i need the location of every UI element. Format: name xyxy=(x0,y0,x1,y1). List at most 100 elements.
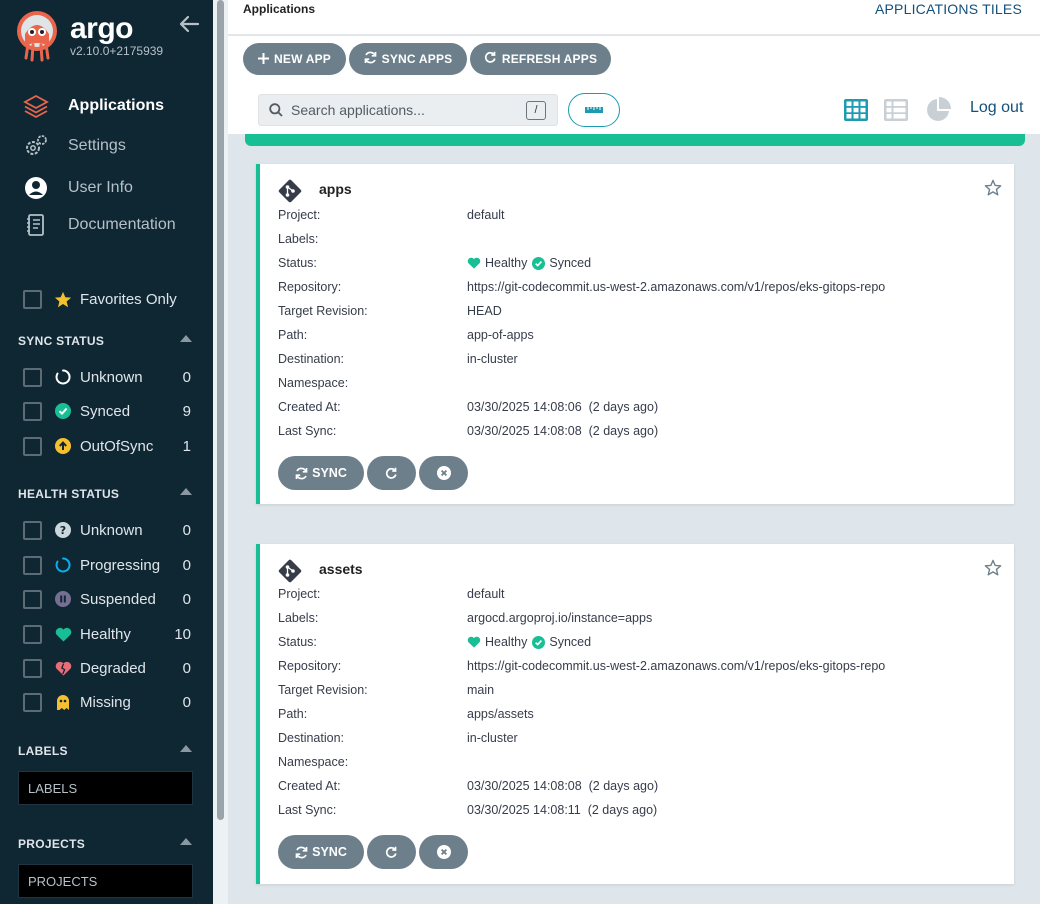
field-label: Repository: xyxy=(278,280,342,294)
layers-icon xyxy=(22,93,50,119)
projects-filter-input[interactable]: PROJECTS xyxy=(18,864,193,898)
favorites-only-filter[interactable]: Favorites Only xyxy=(23,290,177,309)
filter-sync-outofsync[interactable]: OutOfSync 1 xyxy=(23,435,191,457)
sync-icon xyxy=(295,846,308,859)
filter-count: 10 xyxy=(174,625,191,643)
labels-filter-input[interactable]: LABELS xyxy=(18,771,193,805)
field-label: Repository: xyxy=(278,659,342,673)
times-circle-icon xyxy=(436,466,451,480)
filter-sync-synced[interactable]: Synced 9 xyxy=(23,400,191,422)
tiles-view-icon[interactable] xyxy=(843,97,869,123)
checkbox[interactable] xyxy=(23,436,42,456)
search-input[interactable]: Search applications... / xyxy=(258,94,558,126)
star-outline-icon[interactable] xyxy=(984,559,1002,577)
plus-icon xyxy=(258,52,270,67)
row-repository: Repository: https://git-codecommit.us-wes… xyxy=(278,278,885,296)
field-label: Destination: xyxy=(278,352,345,366)
checkbox[interactable] xyxy=(23,658,42,678)
argo-logo-icon[interactable] xyxy=(16,10,58,62)
delete-button[interactable] xyxy=(419,456,468,490)
arrow-left-icon[interactable] xyxy=(178,13,200,35)
logout-link[interactable]: Log out xyxy=(970,99,1023,117)
field-label: Path: xyxy=(278,328,308,342)
caret-up-icon[interactable] xyxy=(180,488,192,495)
row-project: Project: default xyxy=(278,585,505,603)
sync-button[interactable]: SYNC xyxy=(278,456,364,490)
filter-count: 0 xyxy=(182,556,191,574)
nav-applications[interactable]: Applications xyxy=(22,92,164,120)
app-name[interactable]: assets xyxy=(319,561,363,577)
filter-health-healthy[interactable]: Healthy 10 xyxy=(23,623,191,645)
checkbox[interactable] xyxy=(23,692,42,712)
arrow-circle-up-icon xyxy=(54,437,72,455)
row-namespace: Namespace: xyxy=(278,374,467,392)
filter-health-suspended[interactable]: Suspended 0 xyxy=(23,588,191,610)
sync-apps-button[interactable]: SYNC APPS xyxy=(349,43,467,75)
refresh-button[interactable] xyxy=(367,835,416,869)
filter-health-progressing[interactable]: Progressing 0 xyxy=(23,554,191,576)
list-view-icon[interactable] xyxy=(883,97,909,123)
row-path: Path: apps/assets xyxy=(278,705,534,723)
caret-up-icon[interactable] xyxy=(180,335,192,342)
checkbox[interactable] xyxy=(23,520,42,540)
checkbox[interactable] xyxy=(23,624,42,644)
version-label: v2.10.0+2175939 xyxy=(70,44,164,58)
app-tile-apps[interactable]: apps Project: default Labels: Status: Hea… xyxy=(256,164,1014,504)
field-value: apps/assets xyxy=(467,707,534,721)
checkbox[interactable] xyxy=(23,589,42,609)
caret-up-icon[interactable] xyxy=(180,838,192,845)
refresh-apps-button[interactable]: REFRESH APPS xyxy=(470,43,611,75)
app-name[interactable]: apps xyxy=(319,181,352,197)
checkbox[interactable] xyxy=(23,367,42,387)
delete-button[interactable] xyxy=(419,835,468,869)
filter-label: Degraded xyxy=(80,659,146,677)
sidebar: argo v2.10.0+2175939 Applications Settin… xyxy=(0,0,213,904)
row-project: Project: default xyxy=(278,206,505,224)
filter-health-degraded[interactable]: Degraded 0 xyxy=(23,657,191,679)
page-title: APPLICATIONS TILES xyxy=(874,1,1022,17)
sync-label: SYNC xyxy=(312,845,347,859)
field-label: Path: xyxy=(278,707,308,721)
filter-health-missing[interactable]: Missing 0 xyxy=(23,691,191,713)
filters-toggle-button[interactable] xyxy=(568,93,620,127)
row-target-revision: Target Revision: main xyxy=(278,681,494,699)
filter-count: 0 xyxy=(182,659,191,677)
sync-button[interactable]: SYNC xyxy=(278,835,364,869)
sync-status: Synced xyxy=(549,635,592,649)
field-value: 03/30/2025 14:08:11 (2 days ago) xyxy=(467,803,658,817)
search-placeholder: Search applications... xyxy=(291,102,425,118)
app-tile-assets[interactable]: assets Project: default Labels: argocd.arg… xyxy=(256,544,1014,884)
breadcrumb[interactable]: Applications xyxy=(243,2,315,16)
field-value: in-cluster xyxy=(467,352,518,366)
ruler-icon xyxy=(585,106,603,114)
row-destination: Destination: in-cluster xyxy=(278,729,518,747)
nav-user-info[interactable]: User Info xyxy=(22,174,133,202)
checkbox[interactable] xyxy=(23,401,42,421)
gears-icon xyxy=(22,133,50,159)
filter-health-unknown[interactable]: ? Unknown 0 xyxy=(23,519,191,541)
filter-label: Unknown xyxy=(80,368,143,386)
check-circle-icon xyxy=(531,635,545,649)
checkbox[interactable] xyxy=(23,555,42,575)
row-labels: Labels: xyxy=(278,230,467,248)
refresh-apps-label: REFRESH APPS xyxy=(501,52,598,66)
caret-up-icon[interactable] xyxy=(180,745,192,752)
star-outline-icon[interactable] xyxy=(984,179,1002,197)
nav-documentation[interactable]: Documentation xyxy=(22,211,176,239)
refresh-button[interactable] xyxy=(367,456,416,490)
favorites-checkbox[interactable] xyxy=(23,290,42,309)
new-app-button[interactable]: NEW APP xyxy=(243,43,346,75)
field-value: in-cluster xyxy=(467,731,518,745)
sidebar-scrollbar[interactable] xyxy=(213,0,228,904)
pie-chart-icon[interactable] xyxy=(925,97,951,123)
field-label: Labels: xyxy=(278,232,319,246)
new-app-label: NEW APP xyxy=(274,52,331,66)
favorites-label: Favorites Only xyxy=(80,291,177,308)
projects-title: PROJECTS xyxy=(18,837,86,851)
labels-title: LABELS xyxy=(18,744,68,758)
filter-sync-unknown[interactable]: Unknown 0 xyxy=(23,366,191,388)
scrollbar-thumb[interactable] xyxy=(217,0,224,820)
filter-label: Suspended xyxy=(80,590,156,608)
redo-icon xyxy=(484,51,497,67)
nav-settings[interactable]: Settings xyxy=(22,132,126,160)
